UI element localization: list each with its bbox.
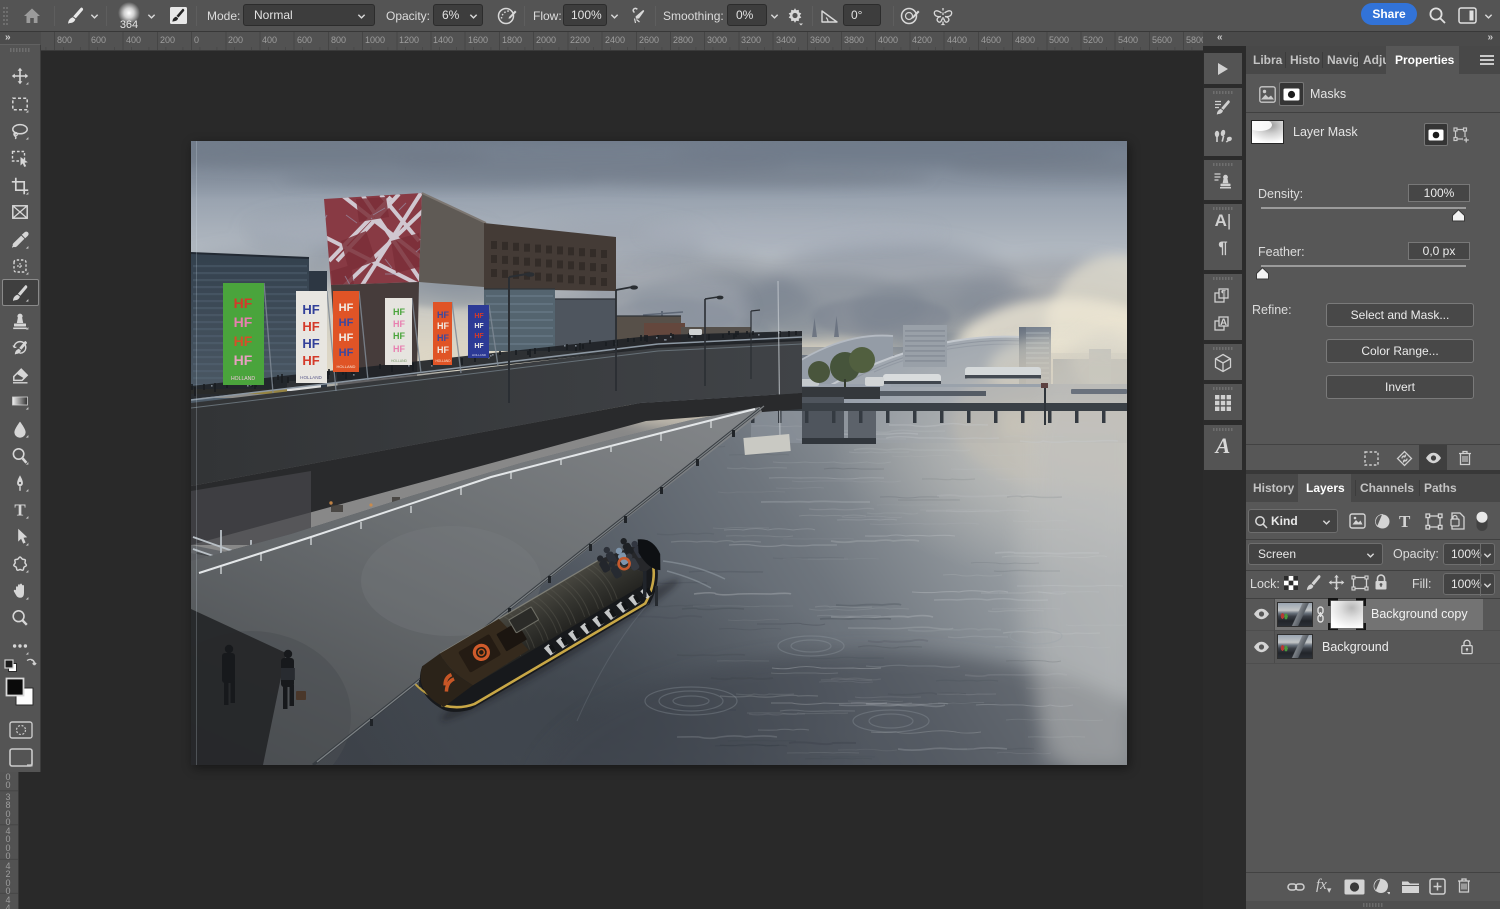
svg-text:HF: HF bbox=[437, 321, 449, 331]
svg-text:HF: HF bbox=[393, 331, 405, 341]
svg-text:HF: HF bbox=[474, 343, 484, 350]
svg-text:HF: HF bbox=[234, 352, 253, 368]
svg-text:HF: HF bbox=[437, 345, 449, 355]
svg-text:HOLLAND: HOLLAND bbox=[435, 359, 451, 363]
svg-text:HF: HF bbox=[393, 307, 405, 317]
svg-text:HOLLAND: HOLLAND bbox=[337, 364, 356, 369]
svg-text:HF: HF bbox=[437, 310, 449, 320]
svg-text:HF: HF bbox=[393, 344, 405, 354]
svg-text:HF: HF bbox=[339, 332, 354, 344]
svg-text:¶: ¶ bbox=[1221, 289, 1226, 299]
svg-text:HOLLAND: HOLLAND bbox=[472, 353, 487, 357]
svg-text:HOLLAND: HOLLAND bbox=[391, 359, 408, 363]
svg-text:T: T bbox=[14, 501, 26, 519]
svg-text:HF: HF bbox=[302, 353, 319, 368]
svg-text:HF: HF bbox=[339, 317, 354, 329]
svg-text:HF: HF bbox=[474, 313, 484, 320]
svg-text:HOLLAND: HOLLAND bbox=[300, 375, 322, 380]
svg-text:HF: HF bbox=[339, 302, 354, 314]
svg-text:HOLLAND: HOLLAND bbox=[231, 376, 255, 382]
svg-text:A: A bbox=[1220, 317, 1227, 328]
svg-text:HF: HF bbox=[234, 333, 253, 349]
svg-text:HF: HF bbox=[474, 333, 484, 340]
svg-text:HF: HF bbox=[474, 323, 484, 330]
svg-text:HF: HF bbox=[234, 314, 253, 330]
svg-text:HF: HF bbox=[393, 319, 405, 329]
svg-text:HF: HF bbox=[302, 319, 319, 334]
svg-text:HF: HF bbox=[302, 336, 319, 351]
svg-text:HF: HF bbox=[437, 333, 449, 343]
svg-text:HF: HF bbox=[302, 302, 319, 317]
svg-text:HF: HF bbox=[234, 295, 253, 311]
svg-text:HF: HF bbox=[339, 347, 354, 359]
